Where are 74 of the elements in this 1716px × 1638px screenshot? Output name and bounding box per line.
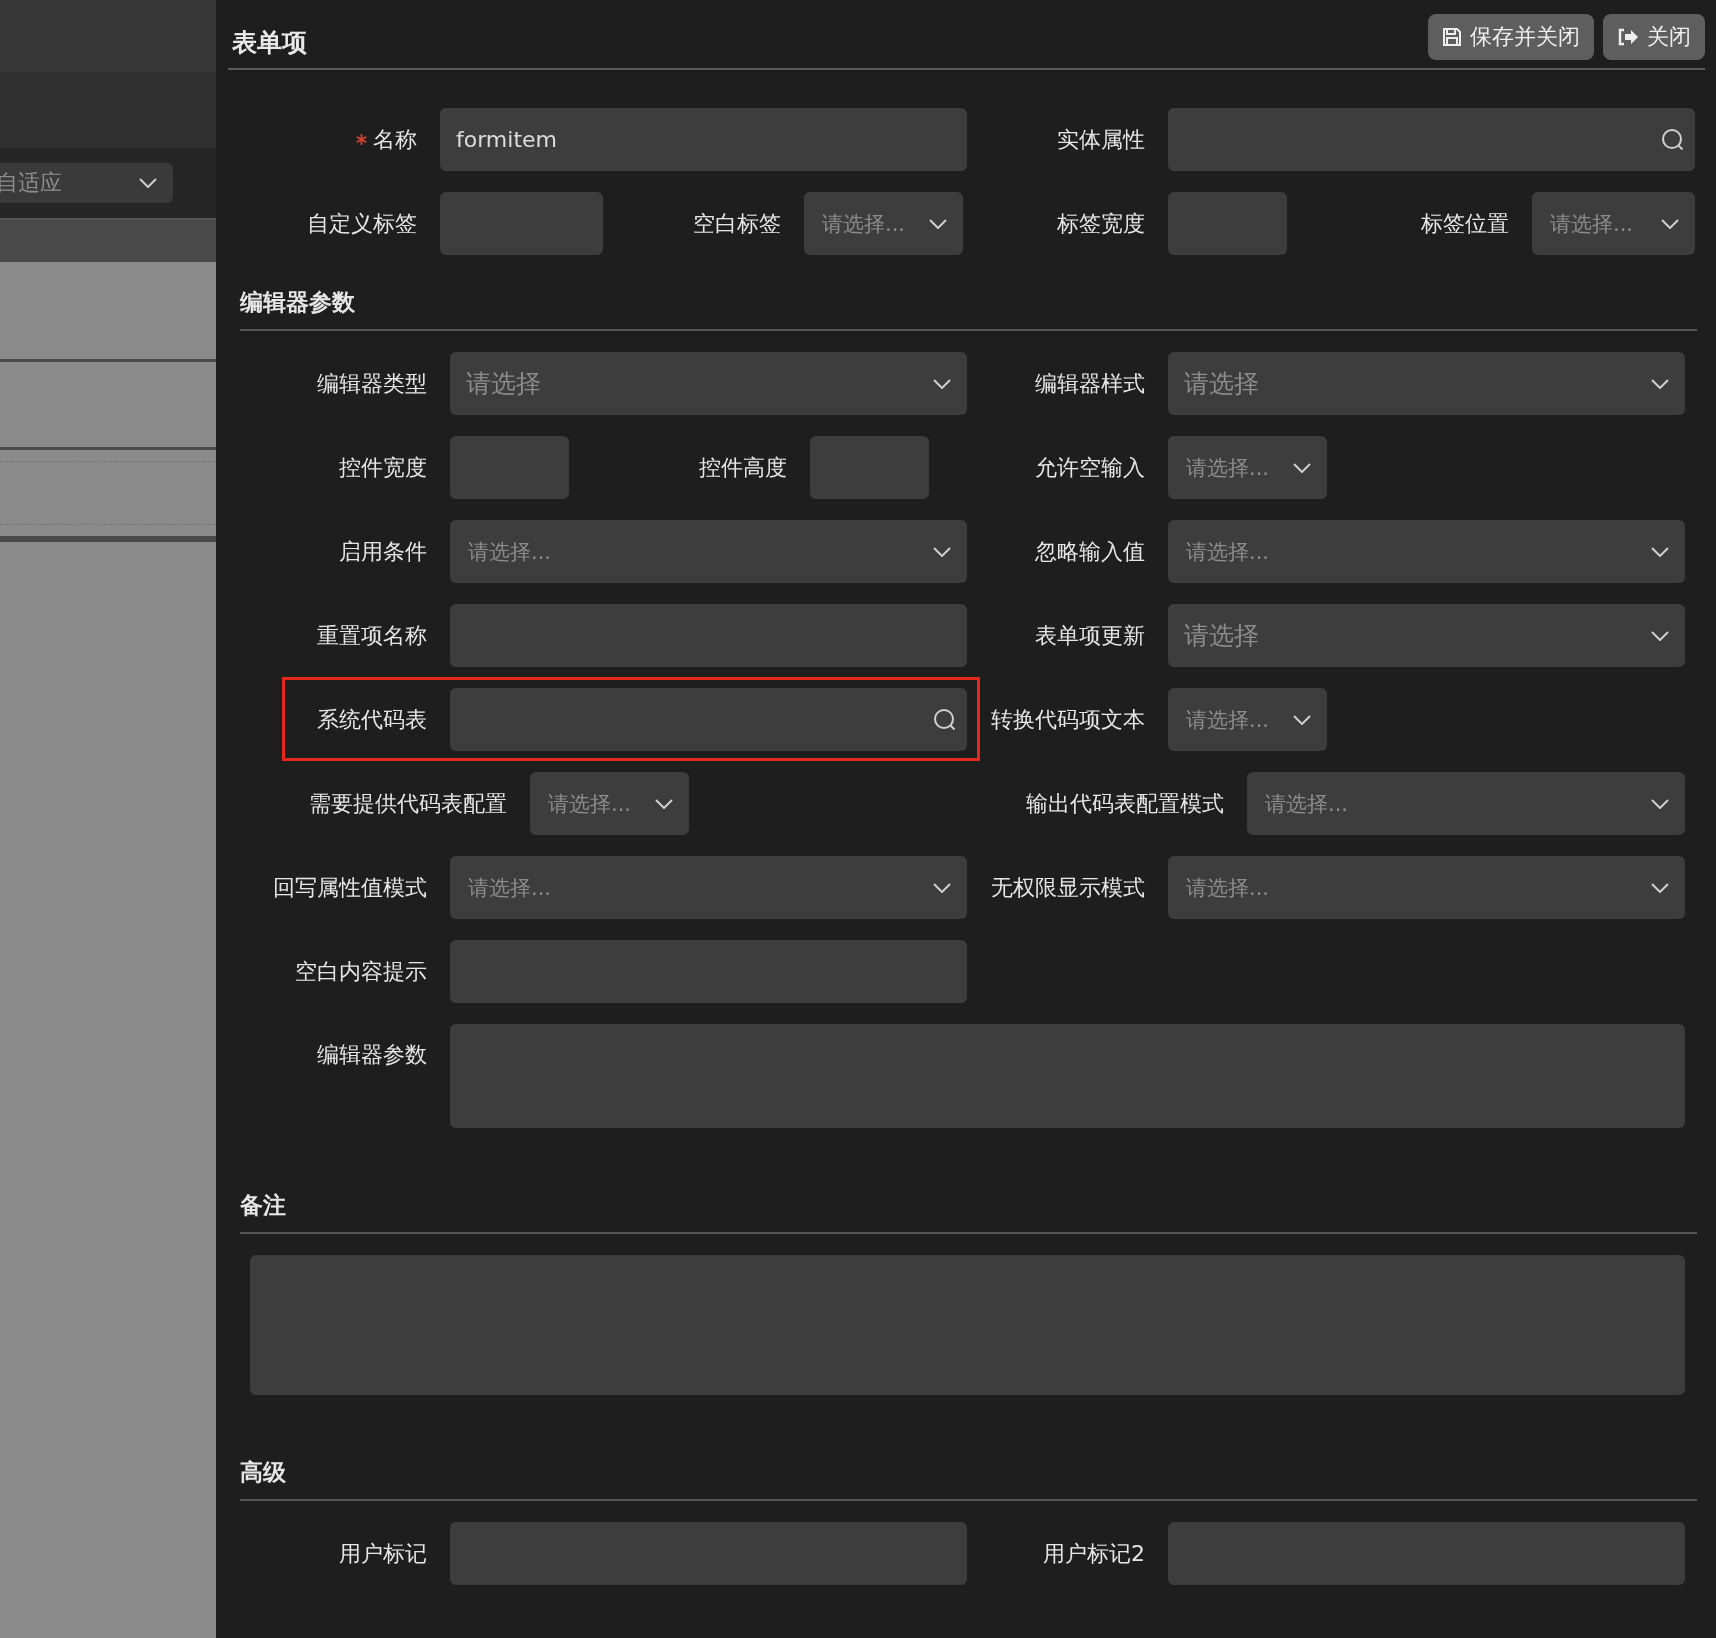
select-field[interactable]: 请选择... xyxy=(1168,856,1685,919)
chevron-down-icon xyxy=(1651,546,1669,557)
exit-arrow-icon xyxy=(1617,28,1639,46)
select-field[interactable]: 请选择... xyxy=(530,772,689,835)
select-field[interactable]: 请选择 xyxy=(1168,352,1685,415)
field-label: 空白内容提示 xyxy=(295,957,427,986)
select-field[interactable]: 请选择... xyxy=(450,520,967,583)
search-field[interactable] xyxy=(1168,108,1695,171)
field-label: 名称 xyxy=(373,125,417,154)
field-label: 编辑器参数 xyxy=(317,1041,427,1069)
field-label: 空白标签 xyxy=(693,209,781,238)
field-label: 转换代码项文本 xyxy=(991,705,1145,734)
select-field[interactable]: 请选择... xyxy=(450,856,967,919)
chevron-down-icon xyxy=(1651,882,1669,893)
text-field[interactable]: formitem xyxy=(440,108,967,171)
field-label: 重置项名称 xyxy=(317,621,427,650)
select-field[interactable]: 请选择... xyxy=(1168,688,1327,751)
chevron-down-icon xyxy=(1651,378,1669,389)
chevron-down-icon xyxy=(1293,462,1311,473)
search-icon xyxy=(933,707,957,732)
field-label: 用户标记 xyxy=(339,1539,427,1568)
text-field[interactable] xyxy=(450,940,967,1003)
field-label: 编辑器类型 xyxy=(317,369,427,398)
chevron-down-icon xyxy=(1651,798,1669,809)
chevron-down-icon xyxy=(139,178,157,188)
save-close-button[interactable]: 保存并关闭 xyxy=(1428,14,1594,60)
section-title: 编辑器参数 xyxy=(240,288,355,317)
chevron-down-icon xyxy=(1651,630,1669,641)
field-label: 启用条件 xyxy=(339,537,427,566)
close-button[interactable]: 关闭 xyxy=(1603,14,1705,60)
field-label: 系统代码表 xyxy=(317,705,427,734)
field-label: 实体属性 xyxy=(1057,125,1145,154)
field-label: 回写属性值模式 xyxy=(273,873,427,902)
search-icon xyxy=(1661,127,1685,152)
section-title: 备注 xyxy=(240,1191,286,1220)
text-area[interactable] xyxy=(450,1024,1685,1128)
select-field[interactable]: 请选择 xyxy=(450,352,967,415)
select-field[interactable]: 请选择... xyxy=(804,192,963,255)
chevron-down-icon xyxy=(933,546,951,557)
field-label: 用户标记2 xyxy=(1043,1539,1145,1568)
select-field[interactable]: 请选择... xyxy=(1247,772,1685,835)
select-field[interactable]: 请选择... xyxy=(1168,520,1685,583)
text-field[interactable] xyxy=(450,1522,967,1585)
select-field[interactable]: 请选择... xyxy=(1168,436,1327,499)
text-area[interactable] xyxy=(250,1255,1685,1395)
chevron-down-icon xyxy=(929,218,947,229)
select-field[interactable]: 请选择 xyxy=(1168,604,1685,667)
field-label: 标签位置 xyxy=(1421,209,1509,238)
chevron-down-icon xyxy=(933,378,951,389)
chevron-down-icon xyxy=(1661,218,1679,229)
field-label: 自定义标签 xyxy=(307,209,417,238)
text-field[interactable] xyxy=(440,192,603,255)
field-label: 编辑器样式 xyxy=(1035,369,1145,398)
field-label: 允许空输入 xyxy=(1035,453,1145,482)
field-label: 控件高度 xyxy=(699,453,787,482)
text-field[interactable] xyxy=(1168,1522,1685,1585)
search-field[interactable] xyxy=(450,688,967,751)
text-field[interactable] xyxy=(810,436,929,499)
field-label: 需要提供代码表配置 xyxy=(309,789,507,818)
text-field[interactable] xyxy=(450,604,967,667)
chevron-down-icon xyxy=(655,798,673,809)
field-label: 无权限显示模式 xyxy=(991,873,1145,902)
field-label: 控件宽度 xyxy=(339,453,427,482)
section-title: 高级 xyxy=(240,1458,286,1487)
panel-title: 表单项 xyxy=(231,26,307,59)
select-field[interactable]: 请选择... xyxy=(1532,192,1695,255)
field-label: 输出代码表配置模式 xyxy=(1026,789,1224,818)
text-field[interactable] xyxy=(1168,192,1287,255)
text-field[interactable] xyxy=(450,436,569,499)
field-label: 忽略输入值 xyxy=(1035,537,1145,566)
field-label: 标签宽度 xyxy=(1057,209,1145,238)
chevron-down-icon xyxy=(933,882,951,893)
chevron-down-icon xyxy=(1293,714,1311,725)
field-label: 表单项更新 xyxy=(1035,621,1145,650)
